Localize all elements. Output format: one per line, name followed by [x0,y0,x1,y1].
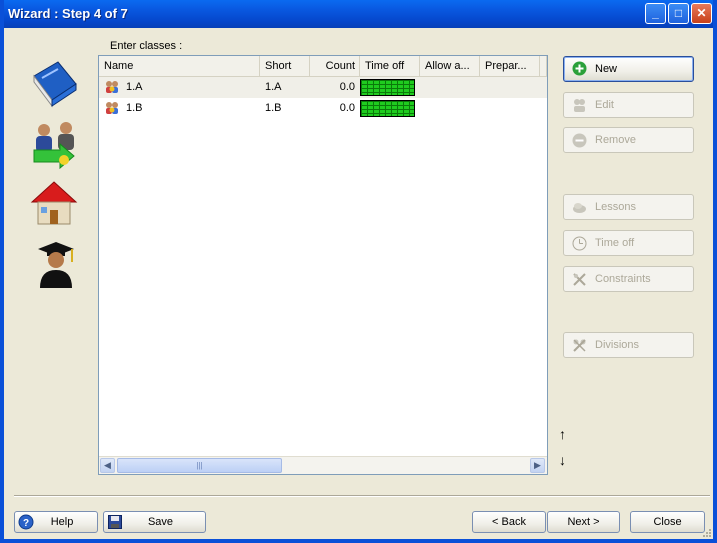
scroll-thumb[interactable]: ||| [117,458,282,473]
move-up-button[interactable]: ↑ [559,426,566,442]
table-row[interactable]: 1.A 1.A 0.0 [99,77,547,98]
column-header-time-off[interactable]: Time off [360,56,420,76]
time-off-grid[interactable] [360,100,415,117]
table-row[interactable]: 1.B 1.B 0.0 [99,98,547,119]
column-header-name[interactable]: Name [99,56,260,76]
column-header-short[interactable]: Short [260,56,310,76]
divisions-icon [573,339,586,352]
minimize-button[interactable]: _ [645,3,666,24]
wizard-window: Wizard : Step 4 of 7 _ □ ✕ Enter classes… [0,0,717,543]
constraints-icon [573,273,586,286]
help-button[interactable]: ? Help [14,511,98,533]
users-move-icon [33,122,75,170]
class-short-cell: 1.A [265,81,282,93]
column-header-extra[interactable] [540,56,547,76]
window-title: Wizard : Step 4 of 7 [8,6,128,21]
footer-separator [14,495,710,497]
edit-button-label: Edit [595,99,614,111]
close-button[interactable]: Close [630,511,705,533]
next-button-label: Next > [567,516,600,528]
remove-button[interactable]: Remove [563,127,694,153]
time-off-button-label: Time off [595,237,635,249]
close-button-label: Close [653,516,682,528]
scroll-grip: ||| [196,461,203,470]
move-down-button[interactable]: ↓ [559,452,566,468]
table-header: Name Short Count Time off Allow a... Pre… [99,56,547,77]
class-name-cell: 1.A [126,81,143,93]
column-header-count[interactable]: Count [310,56,360,76]
horizontal-scrollbar[interactable]: ◀ ||| ▶ [99,456,547,474]
column-header-prepare[interactable]: Prepar... [480,56,540,76]
class-group-icon [106,102,118,114]
remove-icon [572,133,587,148]
save-button-label: Save [147,516,174,528]
divisions-button[interactable]: Divisions [563,332,694,358]
book-icon [33,61,77,108]
class-name-cell: 1.B [126,102,143,114]
close-window-button[interactable]: ✕ [691,3,712,24]
class-short-cell: 1.B [265,102,282,114]
clock-icon [572,236,587,251]
lessons-button-label: Lessons [595,201,636,213]
scroll-right-button[interactable]: ▶ [530,458,545,473]
time-off-button[interactable]: Time off [563,230,694,256]
divisions-button-label: Divisions [595,339,640,351]
class-count-cell: 0.0 [339,81,355,93]
class-count-cell: 0.0 [339,102,355,114]
new-button[interactable]: New [563,56,694,82]
class-group-icon [106,81,118,93]
column-header-allow[interactable]: Allow a... [420,56,480,76]
remove-button-label: Remove [595,134,636,146]
back-button-label: < Back [492,516,526,528]
enter-classes-label: Enter classes : [110,40,183,52]
help-button-label: Help [50,516,74,528]
back-button[interactable]: < Back [472,511,546,533]
edit-icon [574,99,585,112]
maximize-button[interactable]: □ [668,3,689,24]
classes-table[interactable]: Name Short Count Time off Allow a... Pre… [98,55,548,475]
lessons-button[interactable]: Lessons [563,194,694,220]
title-bar[interactable]: Wizard : Step 4 of 7 _ □ ✕ [0,0,717,28]
resize-grip-icon[interactable] [702,528,712,538]
save-button[interactable]: Save [103,511,206,533]
new-button-label: New [595,63,618,75]
constraints-button[interactable]: Constraints [563,266,694,292]
add-icon [572,61,587,76]
edit-button[interactable]: Edit [563,92,694,118]
constraints-button-label: Constraints [595,273,651,285]
wizard-client-area: Enter classes : Name Short Count Time of… [4,28,713,539]
time-off-grid[interactable] [360,79,415,96]
next-button[interactable]: Next > [547,511,620,533]
scroll-left-button[interactable]: ◀ [100,458,115,473]
house-icon [30,181,78,225]
lessons-icon [573,203,586,213]
teacher-icon [38,242,74,288]
